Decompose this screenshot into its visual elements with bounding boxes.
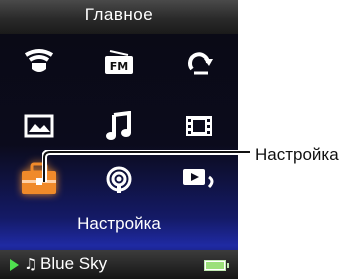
title-bar: Главное <box>0 0 238 34</box>
fm-badge: FM <box>110 60 128 73</box>
callout-label: Настройка <box>255 145 339 164</box>
play-icon <box>10 259 19 271</box>
fm-radio-icon: FM <box>105 50 133 74</box>
screen-title: Главное <box>84 5 154 24</box>
player-screen: Главное FM Настройка ♫ Blue Sky <box>0 0 238 279</box>
music-icon <box>106 111 131 140</box>
video-icon <box>186 116 212 136</box>
now-playing-bar: ♫ Blue Sky <box>0 250 238 279</box>
wireless-button[interactable] <box>17 40 61 84</box>
battery-icon <box>204 260 229 271</box>
wifi-shield-icon <box>24 49 54 72</box>
sync-button[interactable] <box>177 40 221 84</box>
selected-item-caption: Настройка <box>77 214 161 233</box>
photo-icon <box>24 114 54 138</box>
photo-button[interactable] <box>17 104 61 148</box>
fm-radio-button[interactable]: FM <box>97 40 141 84</box>
sync-icon <box>188 52 213 75</box>
track-title: Blue Sky <box>40 254 108 273</box>
callout-line <box>42 150 250 182</box>
music-note-icon: ♫ <box>24 255 38 273</box>
video-button[interactable] <box>177 104 221 148</box>
music-button[interactable] <box>97 104 141 148</box>
